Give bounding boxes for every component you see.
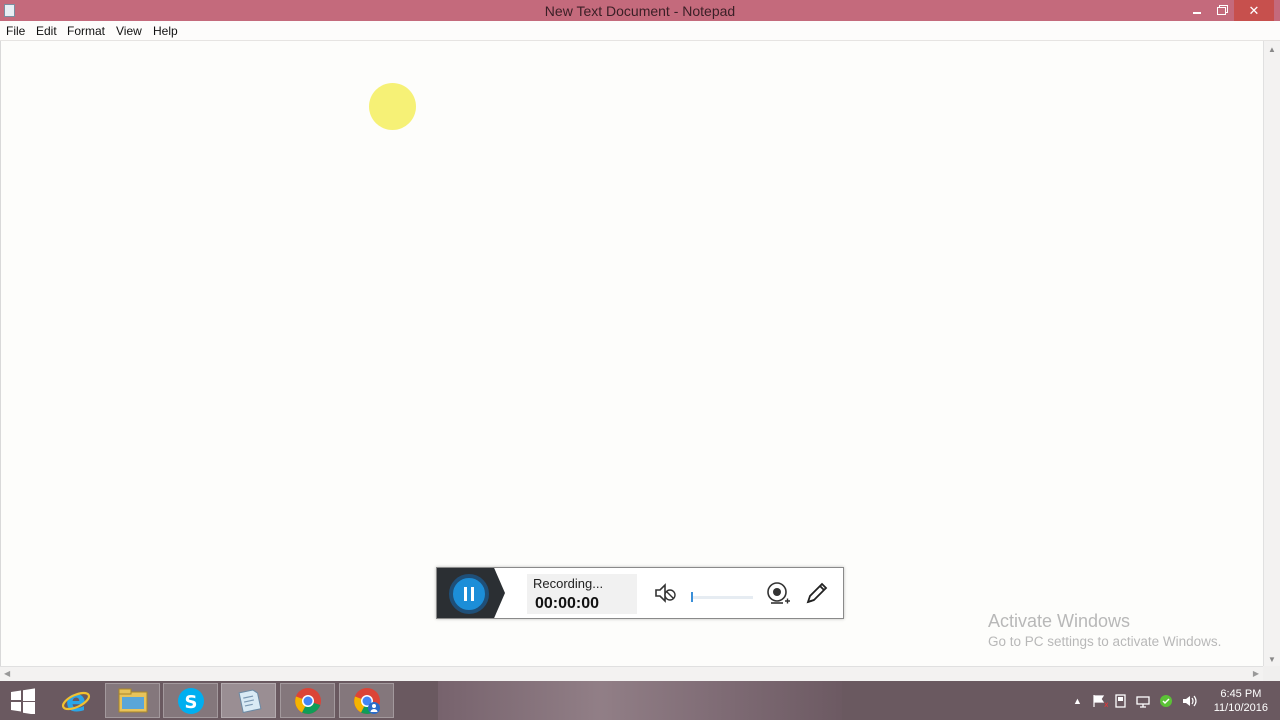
scroll-down-icon[interactable]: ▼ [1268,655,1276,664]
taskbar-internet-explorer[interactable]: e [48,683,103,718]
clock-time: 6:45 PM [1220,688,1262,700]
restore-button[interactable] [1211,0,1231,21]
scroll-left-icon[interactable]: ◀ [4,669,10,678]
taskbar: e S ▲ x 6:45 PM 11/10/2016 [0,681,1280,720]
activation-title: Activate Windows [988,611,1131,631]
system-clock[interactable]: 6:45 PM 11/10/2016 [1214,687,1268,715]
window-title: New Text Document - Notepad [544,3,736,19]
menu-edit[interactable]: Edit [36,24,57,38]
network-icon[interactable] [1136,694,1150,708]
minimize-button[interactable] [1186,0,1208,21]
device-icon[interactable] [1114,693,1128,708]
folder-icon [118,688,147,712]
system-tray: ▲ x [1073,681,1198,720]
pause-icon [464,587,467,601]
recording-toolbar: Recording... 00:00:00 [436,567,844,619]
activation-subtitle: Go to PC settings to activate Windows. [988,634,1222,649]
taskbar-notepad[interactable] [221,683,276,718]
webcam-icon[interactable] [765,581,791,607]
taskbar-chrome[interactable] [280,683,335,718]
restore-icon [1216,6,1226,15]
menu-help[interactable]: Help [153,24,178,38]
horizontal-scrollbar[interactable]: ◀ ▶ [0,666,1263,681]
title-bar: New Text Document - Notepad ✕ [0,0,1280,21]
windows-logo-icon [11,687,35,714]
chrome-profile-icon [353,687,380,714]
menu-format[interactable]: Format [67,24,105,38]
cursor-highlight [369,83,416,130]
taskbar-file-explorer[interactable] [105,683,160,718]
skype-icon: S [177,687,204,714]
microphone-muted-icon[interactable] [653,582,677,604]
volume-icon[interactable] [1182,694,1198,708]
svg-text:x: x [1104,700,1108,708]
menu-view[interactable]: View [116,24,142,38]
internet-explorer-icon: e [61,686,90,716]
volume-level[interactable] [691,592,693,602]
scrollbar-corner [1263,666,1280,681]
minimize-icon [1193,11,1201,14]
menu-file[interactable]: File [6,24,25,38]
recording-status: Recording... [533,576,604,591]
clock-date: 11/10/2016 [1213,702,1268,714]
chrome-icon [294,687,321,714]
volume-slider[interactable] [691,592,753,602]
show-hidden-icons-icon[interactable]: ▲ [1073,696,1082,706]
taskbar-skype[interactable]: S [163,683,218,718]
close-icon: ✕ [1248,2,1260,18]
svg-text:e: e [65,686,85,716]
recording-status-box: Recording... 00:00:00 [527,574,637,614]
app-tray-icon[interactable] [1158,694,1174,708]
action-center-flag-icon[interactable]: x [1092,694,1108,708]
menu-bar: File Edit Format View Help [0,21,1280,41]
start-button[interactable] [0,683,46,718]
recording-timer: 00:00:00 [535,595,600,612]
scroll-right-icon[interactable]: ▶ [1253,669,1259,678]
notepad-icon [238,688,261,713]
desktop-wallpaper [438,681,842,720]
close-button[interactable]: ✕ [1234,0,1274,21]
pause-button[interactable] [449,574,489,614]
activation-watermark: Activate Windows Go to PC settings to ac… [988,611,1221,649]
vertical-scrollbar[interactable]: ▲ ▼ [1263,41,1280,666]
svg-text:S: S [184,692,197,713]
scroll-up-icon[interactable]: ▲ [1268,45,1276,54]
taskbar-chrome-profile[interactable] [339,683,394,718]
pen-icon[interactable] [803,581,829,607]
